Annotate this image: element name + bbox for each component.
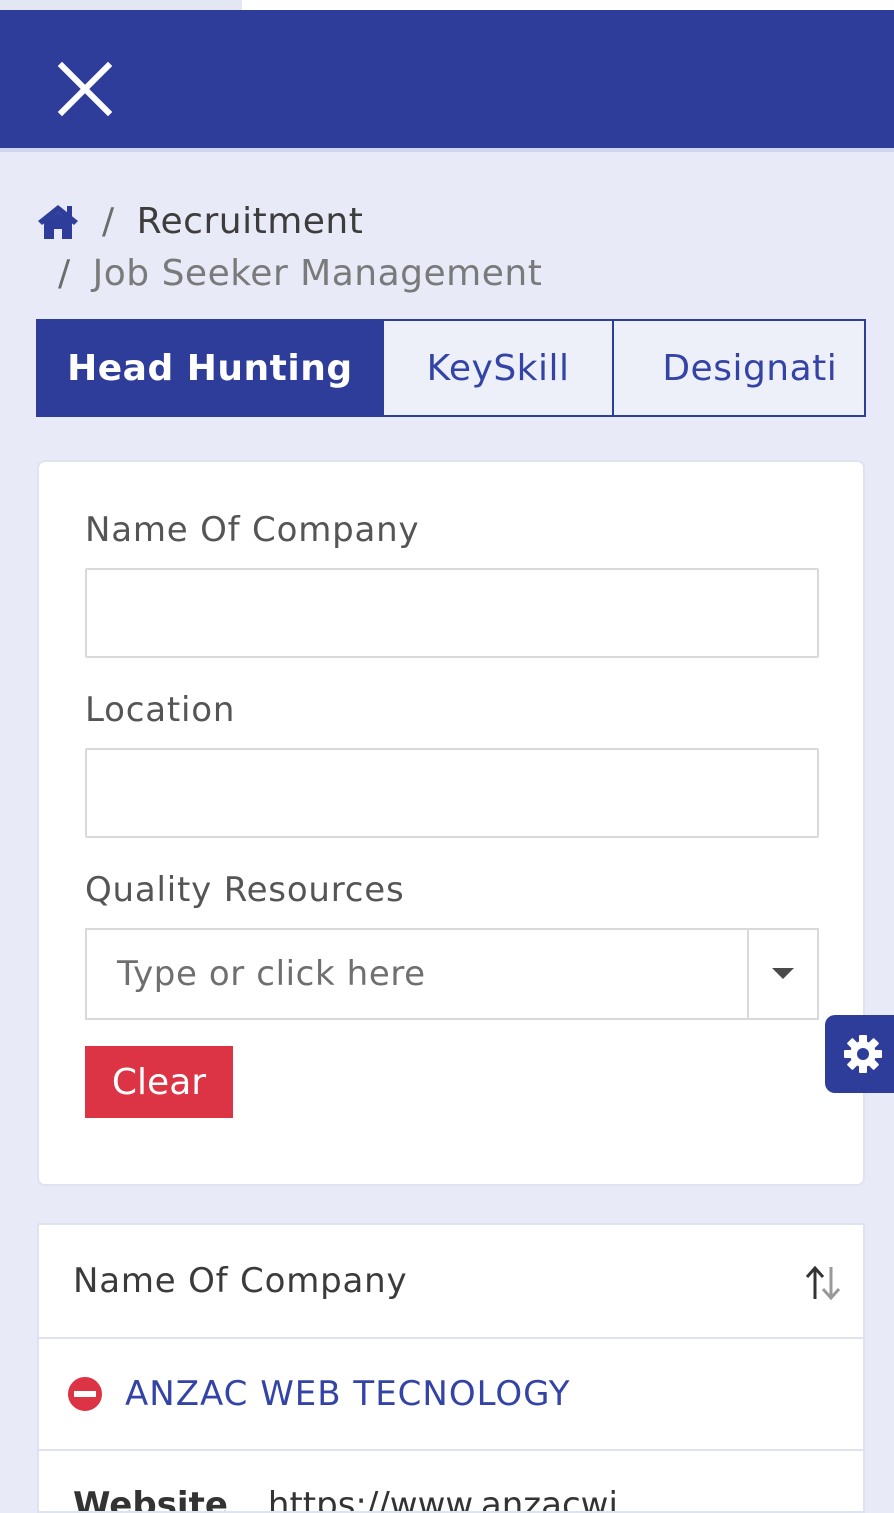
company-input[interactable]: [85, 568, 819, 658]
top-strip: [0, 0, 894, 10]
company-label: Name Of Company: [85, 510, 420, 550]
quality-resources-select[interactable]: Type or click here: [85, 928, 819, 1020]
filter-card: Name Of Company Location Quality Resourc…: [37, 460, 865, 1186]
home-icon[interactable]: [36, 201, 80, 241]
quality-resources-placeholder[interactable]: Type or click here: [87, 930, 747, 1018]
location-input[interactable]: [85, 748, 819, 838]
close-button[interactable]: [54, 58, 116, 120]
dropdown-toggle[interactable]: [747, 930, 817, 1018]
location-label: Location: [85, 690, 236, 730]
app-header: [0, 10, 894, 152]
minus-circle-icon[interactable]: [65, 1374, 105, 1414]
column-header-company[interactable]: Name Of Company: [73, 1261, 407, 1301]
breadcrumb-separator: /: [102, 200, 115, 242]
company-link[interactable]: ANZAC WEB TECNOLOGY: [125, 1374, 571, 1414]
detail-value-website[interactable]: https://www.anzacwi...: [268, 1485, 650, 1511]
breadcrumb-item-recruitment[interactable]: Recruitment: [137, 201, 364, 242]
breadcrumb-item-current: Job Seeker Management: [92, 252, 543, 294]
browser-tab-ghost: [0, 0, 242, 10]
close-icon: [57, 61, 113, 117]
sort-icon[interactable]: [801, 1263, 845, 1303]
settings-button[interactable]: [825, 1015, 894, 1093]
table-row-detail: Website https://www.anzacwi...: [39, 1451, 863, 1513]
results-table: Name Of Company ANZAC WEB TECNOLOGY Webs…: [37, 1223, 865, 1513]
breadcrumb-separator: /: [58, 252, 71, 294]
tab-head-hunting[interactable]: Head Hunting: [36, 319, 384, 417]
tab-bar: Head Hunting KeySkill Designati: [36, 319, 866, 417]
table-row[interactable]: ANZAC WEB TECNOLOGY: [39, 1339, 863, 1451]
clear-button[interactable]: Clear: [85, 1046, 233, 1118]
tab-designation[interactable]: Designati: [614, 319, 866, 417]
detail-label-website: Website: [73, 1485, 228, 1513]
gear-icon: [844, 1035, 882, 1073]
caret-down-icon: [772, 968, 794, 979]
quality-resources-label: Quality Resources: [85, 870, 405, 910]
table-header[interactable]: Name Of Company: [39, 1225, 863, 1339]
tab-keyskill[interactable]: KeySkill: [383, 319, 615, 417]
